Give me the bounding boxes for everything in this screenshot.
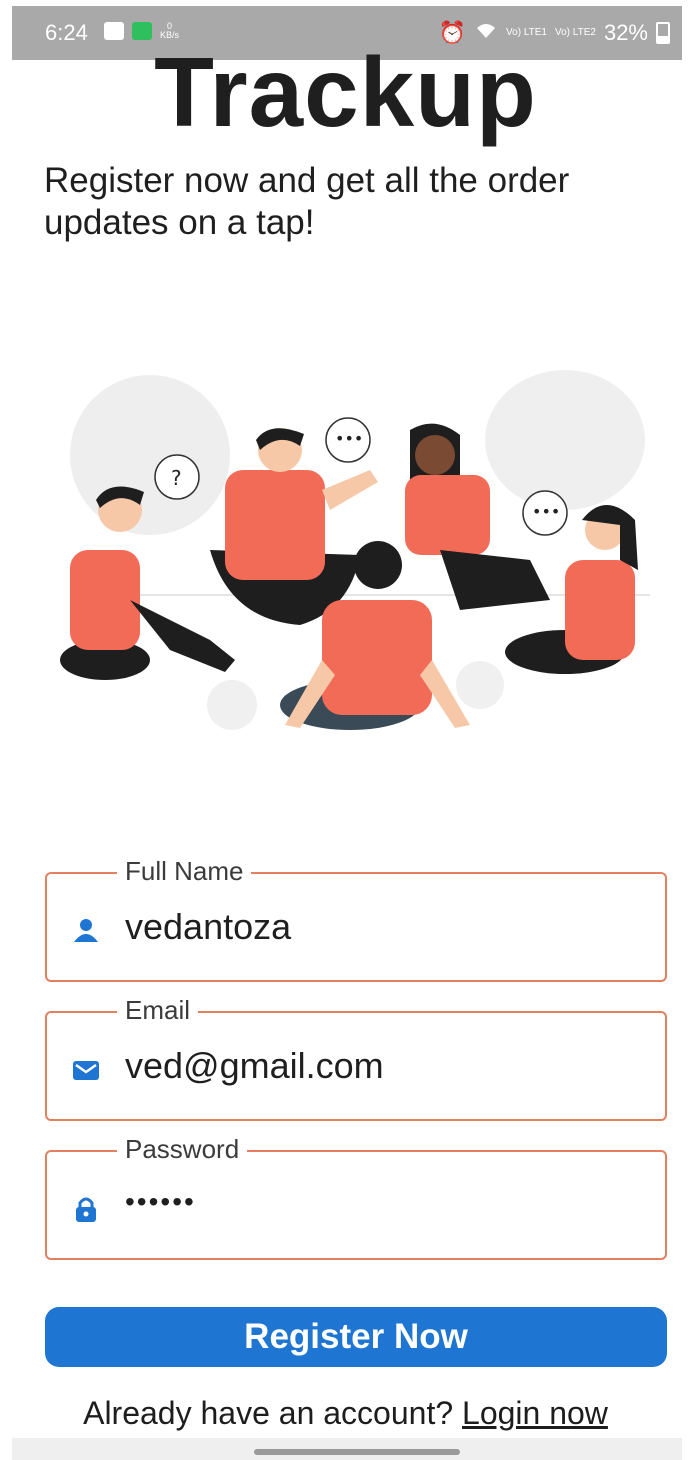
login-prompt-text: Already have an account? bbox=[83, 1395, 454, 1431]
svg-text:•••: ••• bbox=[335, 429, 363, 448]
svg-text:?: ? bbox=[171, 466, 182, 490]
navigation-bar bbox=[12, 1438, 682, 1460]
password-field[interactable]: Password bbox=[45, 1134, 667, 1260]
email-field[interactable]: Email bbox=[45, 995, 667, 1121]
home-gesture-handle[interactable] bbox=[254, 1449, 460, 1455]
people-sitting-illustration: ? ••• ••• bbox=[60, 370, 650, 730]
full-name-input[interactable] bbox=[125, 906, 645, 948]
page-subtitle: Register now and get all the order updat… bbox=[44, 161, 570, 242]
app-title: Trackup bbox=[154, 37, 537, 147]
person-icon bbox=[74, 919, 98, 942]
password-label: Password bbox=[117, 1134, 248, 1165]
email-input[interactable] bbox=[125, 1045, 645, 1087]
login-link[interactable]: Login now bbox=[462, 1395, 608, 1431]
password-input[interactable] bbox=[125, 1186, 645, 1218]
register-button[interactable]: Register Now bbox=[45, 1307, 667, 1367]
full-name-label: Full Name bbox=[117, 856, 252, 887]
email-label: Email bbox=[117, 995, 199, 1026]
full-name-field[interactable]: Full Name bbox=[45, 856, 667, 982]
login-prompt: Already have an account? Login now bbox=[0, 1395, 691, 1432]
svg-text:•••: ••• bbox=[532, 502, 560, 521]
lock-icon bbox=[76, 1197, 96, 1222]
mail-icon bbox=[73, 1061, 99, 1080]
